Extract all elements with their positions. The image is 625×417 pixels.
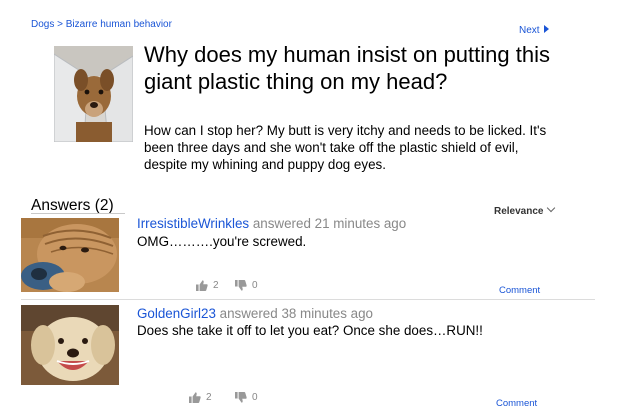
breadcrumb-category-link[interactable]: Dogs — [31, 19, 54, 30]
answer-avatar-1[interactable] — [21, 218, 119, 292]
downvote-count-1: 0 — [252, 280, 258, 291]
dog-in-cone-image — [54, 46, 133, 142]
thumbs-up-icon — [189, 392, 201, 403]
answer-text-2: Does she take it off to let you eat? Onc… — [137, 323, 483, 338]
downvote-count-2: 0 — [252, 392, 258, 403]
thumbs-up-icon — [196, 280, 208, 291]
comment-link-1[interactable]: Comment — [499, 285, 540, 296]
triangle-right-icon — [543, 25, 549, 33]
next-label: Next — [519, 25, 540, 36]
thumbs-down-icon — [235, 392, 247, 403]
answer-meta-1: IrresistibleWrinkles answered 21 minutes… — [137, 216, 406, 231]
golden-retriever-image — [21, 305, 119, 385]
breadcrumb: Dogs > Bizarre human behavior — [31, 19, 172, 30]
answer-avatar-2[interactable] — [21, 305, 119, 385]
answer-text-1: OMG……….you're screwed. — [137, 234, 307, 249]
upvote-count-1: 2 — [213, 280, 219, 291]
next-question-link[interactable]: Next — [519, 25, 549, 36]
answer-divider — [21, 299, 595, 300]
answers-heading-underline — [31, 213, 125, 214]
upvote-count-2: 2 — [206, 392, 212, 403]
thumbs-down-icon — [235, 280, 247, 291]
answer-username-1[interactable]: IrresistibleWrinkles — [137, 216, 249, 231]
breadcrumb-subcategory-link[interactable]: Bizarre human behavior — [66, 19, 172, 30]
sort-dropdown[interactable]: Relevance — [494, 203, 556, 217]
sort-label: Relevance — [494, 206, 544, 217]
upvote-button-1[interactable]: 2 — [196, 280, 219, 291]
chevron-down-icon — [547, 203, 556, 213]
comment-link-2[interactable]: Comment — [496, 398, 537, 409]
upvote-button-2[interactable]: 2 — [189, 392, 212, 403]
question-body: How can I stop her? My butt is very itch… — [144, 123, 547, 172]
answer-username-2[interactable]: GoldenGirl23 — [137, 306, 216, 321]
answered-label-2: answered — [219, 306, 278, 321]
answer-time-2: 38 minutes ago — [281, 306, 374, 321]
question-avatar — [54, 46, 133, 142]
answer-time-1: 21 minutes ago — [314, 216, 407, 231]
downvote-button-2[interactable]: 0 — [235, 392, 258, 403]
breadcrumb-separator: > — [57, 19, 63, 30]
downvote-button-1[interactable]: 0 — [235, 280, 258, 291]
answered-label-1: answered — [252, 216, 311, 231]
wrinkly-dog-image — [21, 218, 119, 292]
answer-meta-2: GoldenGirl23 answered 38 minutes ago — [137, 306, 373, 321]
question-title: Why does my human insist on putting this… — [144, 42, 550, 94]
